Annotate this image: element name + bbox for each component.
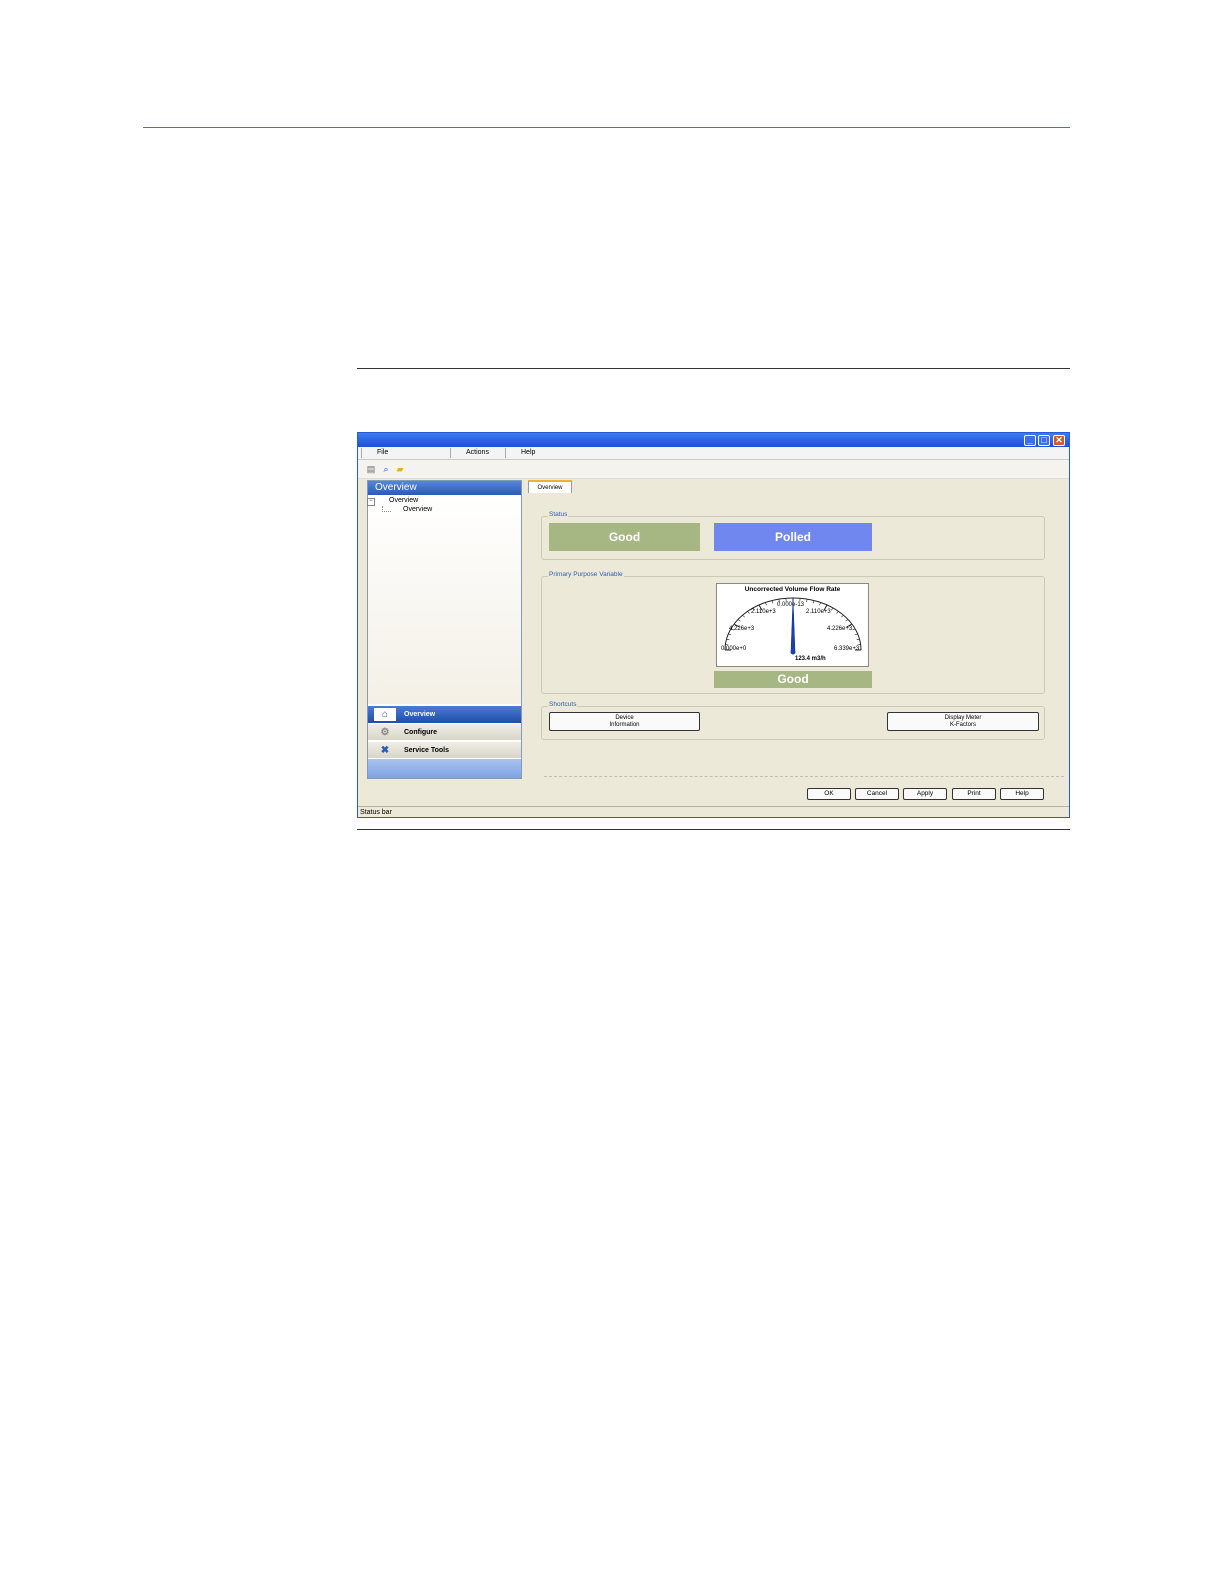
- apply-button[interactable]: Apply: [903, 788, 947, 800]
- shortcuts-group-label: Shortcuts: [548, 701, 578, 708]
- gauge-tick: [742, 614, 745, 618]
- gauge-tick-label: 0.000e-13: [777, 602, 805, 608]
- gear-icon: ⚙: [380, 727, 390, 738]
- folder-icon[interactable]: ▰: [395, 464, 405, 474]
- gauge-tick: [845, 619, 849, 622]
- maximize-icon[interactable]: □: [1038, 435, 1050, 446]
- title-bar[interactable]: _ □ ✕: [358, 433, 1069, 447]
- nav-button-label: Service Tools: [404, 747, 450, 754]
- gauge-value: 123.4 m3/h: [795, 656, 826, 662]
- status-group-label: Status: [548, 511, 569, 518]
- menu-help[interactable]: Help: [505, 448, 553, 458]
- app-window: _ □ ✕ File Actions Help ▤ ⌕ ▰ Overview −…: [357, 432, 1070, 818]
- gauge-tick: [836, 611, 839, 614]
- print-button[interactable]: Print: [952, 788, 996, 800]
- nav-button-overview[interactable]: ⌂ Overview: [368, 706, 521, 723]
- status-group: Status Good Polled: [541, 511, 1045, 560]
- tree-node-overview[interactable]: Overview: [389, 497, 418, 504]
- search-icon[interactable]: ⌕: [381, 464, 391, 474]
- gauge-tick-label: 2.110e+3: [806, 609, 831, 615]
- gauge-tick: [819, 602, 821, 606]
- minimize-icon[interactable]: _: [1024, 435, 1036, 446]
- status-polled-indicator: Polled: [714, 523, 872, 551]
- gauge-tick: [856, 638, 860, 641]
- separator-line: [544, 776, 1064, 777]
- primary-purpose-variable-group: Primary Purpose Variable Uncorrected Vol…: [541, 571, 1045, 694]
- gauge-status-good: Good: [714, 671, 872, 688]
- gauge-tick: [841, 614, 844, 618]
- cancel-button[interactable]: Cancel: [855, 788, 899, 800]
- gauge-tick: [852, 628, 856, 631]
- home-icon: ⌂: [374, 708, 396, 721]
- gauge-dial: [724, 597, 862, 655]
- gauge-tick: [806, 599, 808, 603]
- menu-actions[interactable]: Actions: [450, 448, 505, 458]
- nav-button-service-tools[interactable]: ✖ Service Tools: [368, 741, 521, 758]
- device-information-button[interactable]: Device Information: [549, 712, 700, 731]
- tab-overview[interactable]: Overview: [528, 480, 572, 493]
- gauge-tick: [854, 633, 858, 636]
- button-line: K-Factors: [949, 722, 976, 728]
- gauge-tick: [747, 611, 750, 614]
- status-bar: Status bar: [358, 806, 1069, 817]
- tools-icon: ✖: [380, 745, 390, 756]
- nav-button-label: Configure: [404, 729, 438, 736]
- display-meter-k-factors-button[interactable]: Display Meter K-Factors: [887, 712, 1039, 731]
- nav-footer: [368, 759, 521, 778]
- menu-file[interactable]: File: [361, 448, 451, 458]
- gauge-tick-label: 2.110e+3: [751, 609, 776, 615]
- printer-icon[interactable]: ▤: [366, 464, 376, 474]
- gauge-tick-label: 6.339e+3: [834, 646, 860, 652]
- gauge-tick: [737, 619, 741, 622]
- figure-top-rule: [357, 368, 1070, 369]
- status-good-indicator: Good: [549, 523, 700, 551]
- gauge-tick: [830, 607, 834, 611]
- figure-bottom-rule: [357, 829, 1070, 830]
- gauge-tick-label: 0.000e+0: [721, 646, 747, 652]
- nav-tree: [368, 495, 521, 704]
- gauge-tick: [765, 602, 767, 606]
- gauge-tick: [771, 600, 774, 604]
- gauge-tick: [728, 633, 732, 636]
- menu-bar: File Actions Help: [358, 447, 1069, 460]
- gauge-tick: [812, 600, 815, 604]
- button-line: Information: [609, 722, 640, 728]
- gauge-tick: [726, 638, 730, 641]
- gauge-tick-label: 4.226e+3: [827, 626, 853, 632]
- nav-button-label: Overview: [404, 711, 436, 718]
- tree-node-overview-child[interactable]: Overview: [403, 506, 432, 513]
- nav-header: Overview: [368, 481, 521, 495]
- nav-button-configure[interactable]: ⚙ Configure: [368, 723, 521, 740]
- shortcuts-group: Shortcuts Device Information Display Met…: [541, 701, 1045, 740]
- button-line: Display Meter: [944, 715, 982, 721]
- button-line: Device: [615, 715, 634, 721]
- tree-connector: [382, 506, 391, 512]
- navigation-pane: Overview − Overview Overview ⌂ Overview …: [367, 480, 522, 779]
- gauge-tick-label: 4.226e+3: [729, 626, 755, 632]
- ppv-group-label: Primary Purpose Variable: [548, 571, 624, 578]
- ok-button[interactable]: OK: [807, 788, 851, 800]
- flow-rate-gauge: Uncorrected Volume Flow Rate 0.000e+0 4.…: [716, 583, 869, 667]
- close-icon[interactable]: ✕: [1053, 435, 1065, 446]
- gauge-hub: [790, 649, 796, 655]
- help-button[interactable]: Help: [1000, 788, 1044, 800]
- tree-collapse-icon[interactable]: −: [367, 498, 375, 506]
- overview-panel: Status Good Polled Primary Purpose Varia…: [528, 493, 1069, 801]
- page-top-rule: [143, 127, 1070, 128]
- toolbar: ▤ ⌕ ▰: [358, 460, 1069, 479]
